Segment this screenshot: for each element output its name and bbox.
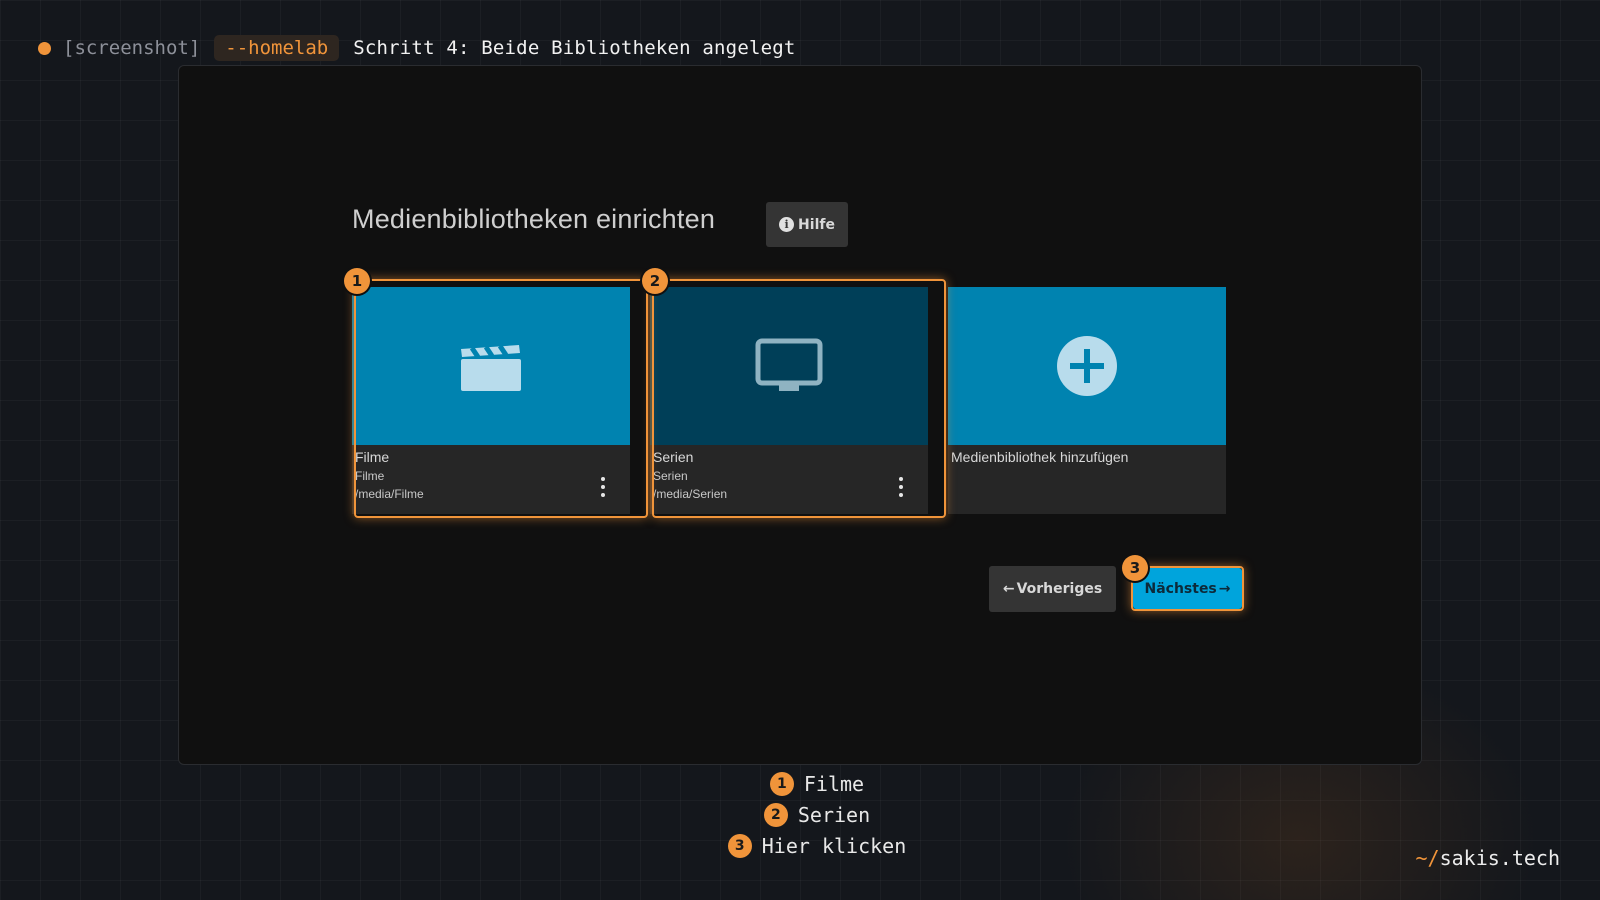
add-library-card[interactable]: Medienbibliothek hinzufügen xyxy=(948,287,1226,514)
marker-badge-1: 1 xyxy=(344,268,370,294)
homelab-tag: --homelab xyxy=(214,35,340,61)
add-library-footer: Medienbibliothek hinzufügen xyxy=(951,449,1226,465)
brand-name: sakis.tech xyxy=(1439,846,1560,870)
highlight-serien xyxy=(652,279,946,518)
highlight-next xyxy=(1131,566,1244,611)
plus-circle-icon xyxy=(1057,336,1117,396)
marker-badge-3: 3 xyxy=(1122,555,1148,581)
step-title: Schritt 4: Beide Bibliotheken angelegt xyxy=(353,37,796,59)
legend-item: 1 Filme xyxy=(769,772,865,796)
help-button-label: Hilfe xyxy=(798,216,835,233)
top-bar: [screenshot] --homelab Schritt 4: Beide … xyxy=(38,34,796,62)
legend-badge: 3 xyxy=(727,834,752,858)
legend-badge: 2 xyxy=(763,803,788,827)
legend-text: Filme xyxy=(803,772,865,796)
highlight-filme xyxy=(354,279,648,518)
info-icon: i xyxy=(779,217,795,232)
legend-badge: 1 xyxy=(769,772,794,796)
page-title: Medienbibliotheken einrichten xyxy=(352,204,716,234)
status-dot xyxy=(38,41,51,55)
screenshot-frame: Medienbibliotheken einrichten i Hilfe Fi… xyxy=(178,65,1422,765)
arrow-left-icon: ← xyxy=(1002,581,1015,597)
brand-watermark: ~/sakis.tech xyxy=(1415,846,1560,870)
legend-item: 2 Serien xyxy=(763,803,871,827)
previous-button-label: Vorheriges xyxy=(1016,581,1103,597)
legend-text: Serien xyxy=(797,803,871,827)
legend-text: Hier klicken xyxy=(761,834,907,858)
help-button[interactable]: i Hilfe xyxy=(766,202,848,247)
add-library-label: Medienbibliothek hinzufügen xyxy=(951,449,1129,465)
legend-item: 3 Hier klicken xyxy=(727,834,907,858)
previous-button[interactable]: ← Vorheriges xyxy=(989,566,1116,612)
brand-prefix: ~/ xyxy=(1415,846,1440,870)
add-library-image[interactable] xyxy=(948,287,1226,445)
marker-badge-2: 2 xyxy=(642,268,668,294)
screenshot-tag: [screenshot] xyxy=(63,37,201,59)
legend: 1 Filme 2 Serien 3 Hier klicken xyxy=(0,772,1600,858)
